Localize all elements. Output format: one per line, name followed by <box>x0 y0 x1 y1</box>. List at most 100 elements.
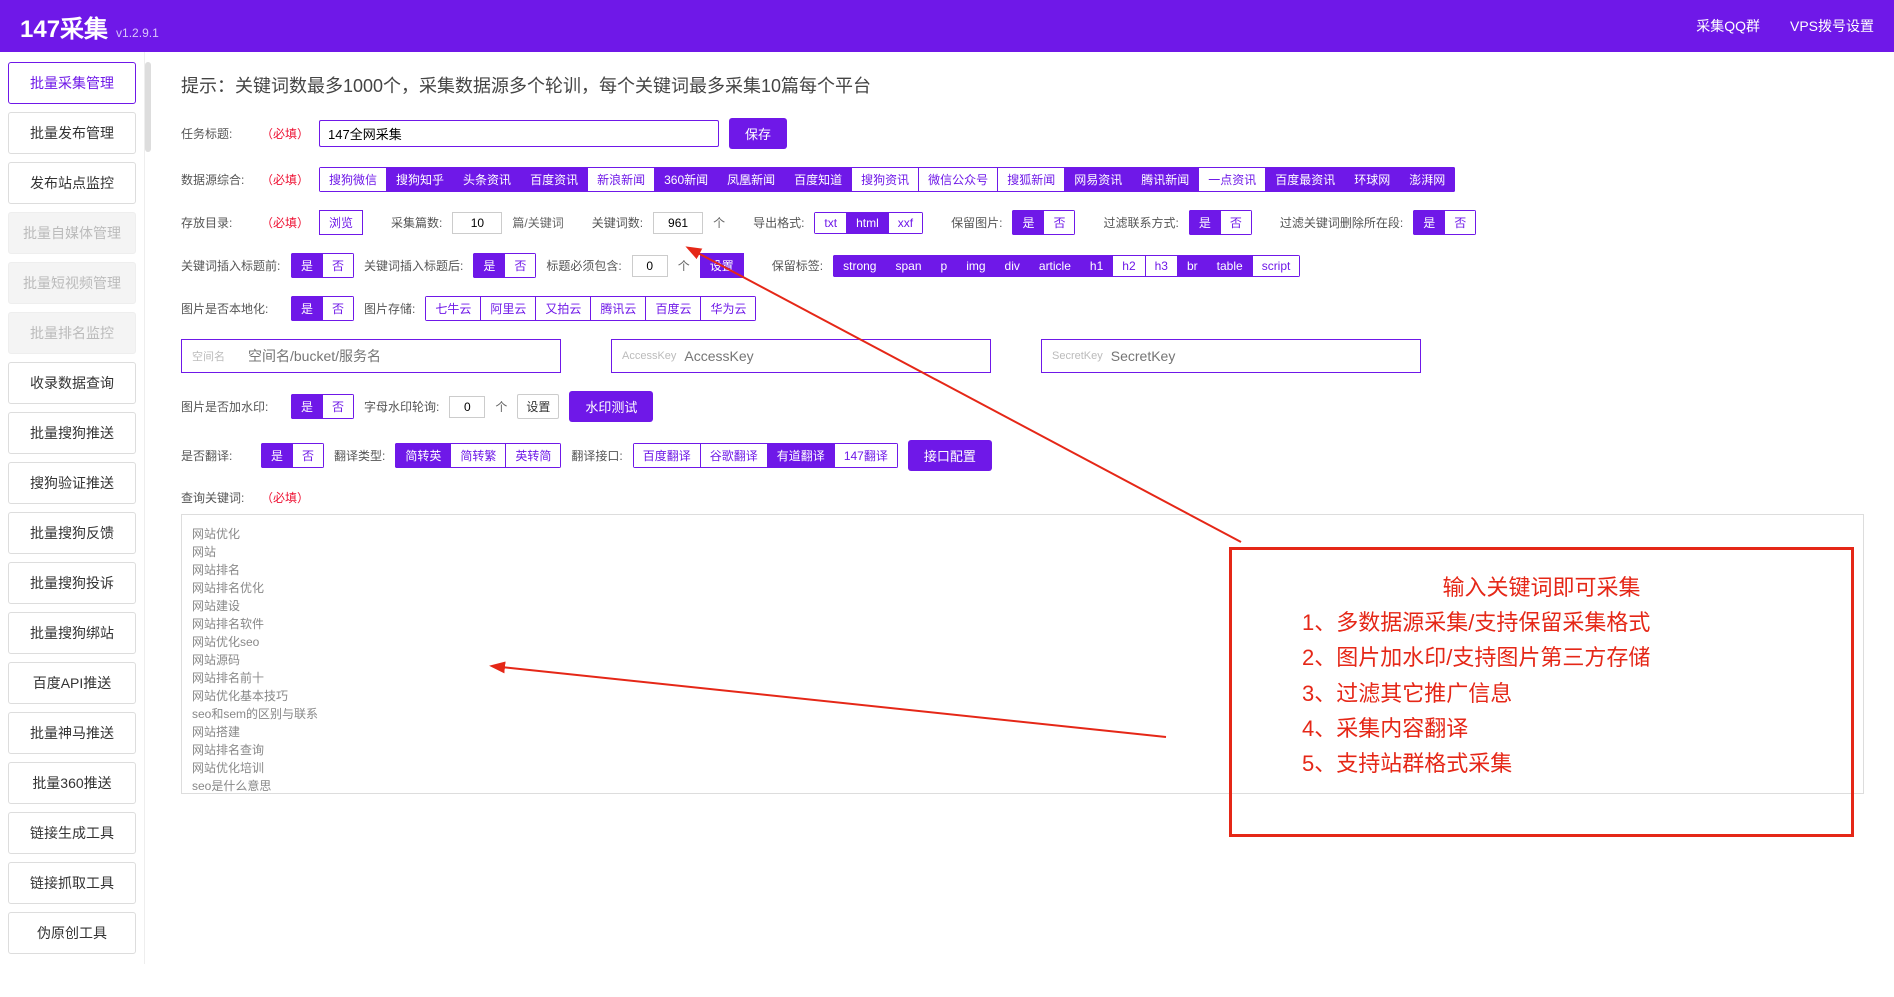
source-tag-搜狗资讯[interactable]: 搜狗资讯 <box>852 167 919 192</box>
sidebar-item-14[interactable]: 批量360推送 <box>8 762 136 804</box>
trans-api-147翻译[interactable]: 147翻译 <box>835 443 898 468</box>
source-tag-搜狐新闻[interactable]: 搜狐新闻 <box>998 167 1065 192</box>
accesskey-input[interactable] <box>684 348 980 364</box>
keep-img-yes[interactable]: 是 <box>1012 210 1044 235</box>
required-mark: （必填） <box>261 125 309 142</box>
save-button[interactable]: 保存 <box>729 118 787 149</box>
trans-api-label: 翻译接口: <box>571 447 622 464</box>
img-local-no[interactable]: 否 <box>323 296 354 321</box>
kw-after-no[interactable]: 否 <box>505 253 536 278</box>
watermark-no[interactable]: 否 <box>323 394 354 419</box>
html-tag-article[interactable]: article <box>1030 255 1081 277</box>
trans-api-有道翻译[interactable]: 有道翻译 <box>768 443 835 468</box>
sidebar-item-0[interactable]: 批量采集管理 <box>8 62 136 104</box>
task-title-input[interactable] <box>319 120 719 147</box>
source-tag-百度最资讯[interactable]: 百度最资讯 <box>1266 167 1345 192</box>
kw-before-yes[interactable]: 是 <box>291 253 323 278</box>
sidebar-item-10[interactable]: 批量搜狗投诉 <box>8 562 136 604</box>
keep-img-no[interactable]: 否 <box>1044 210 1075 235</box>
source-tag-头条资讯[interactable]: 头条资讯 <box>454 167 521 192</box>
trans-api-百度翻译[interactable]: 百度翻译 <box>633 443 701 468</box>
html-tag-h2[interactable]: h2 <box>1113 255 1145 277</box>
source-label: 数据源综合: <box>181 171 251 188</box>
trans-type-简转繁[interactable]: 简转繁 <box>451 443 506 468</box>
sidebar-item-7[interactable]: 批量搜狗推送 <box>8 412 136 454</box>
filter-contact-no[interactable]: 否 <box>1221 210 1252 235</box>
source-tag-百度知道[interactable]: 百度知道 <box>785 167 852 192</box>
html-tag-img[interactable]: img <box>957 255 995 277</box>
store-tag-华为云[interactable]: 华为云 <box>701 296 756 321</box>
trans-type-简转英[interactable]: 简转英 <box>395 443 451 468</box>
filter-contact-yes[interactable]: 是 <box>1189 210 1221 235</box>
translate-yes[interactable]: 是 <box>261 443 293 468</box>
sidebar-item-9[interactable]: 批量搜狗反馈 <box>8 512 136 554</box>
wm-set-button[interactable]: 设置 <box>517 394 559 419</box>
html-tag-div[interactable]: div <box>996 255 1030 277</box>
html-tag-span[interactable]: span <box>886 255 931 277</box>
header-link-vps[interactable]: VPS拨号设置 <box>1790 16 1874 36</box>
collect-count-input[interactable] <box>452 212 502 234</box>
translate-no[interactable]: 否 <box>293 443 324 468</box>
sidebar-item-1[interactable]: 批量发布管理 <box>8 112 136 154</box>
overlay-title: 输入关键词即可采集 <box>1302 570 1781 605</box>
html-tag-script[interactable]: script <box>1253 255 1301 277</box>
browse-button[interactable]: 浏览 <box>319 210 363 235</box>
store-tag-百度云[interactable]: 百度云 <box>646 296 701 321</box>
source-tag-凤凰新闻[interactable]: 凤凰新闻 <box>718 167 785 192</box>
source-tag-澎湃网[interactable]: 澎湃网 <box>1400 167 1455 192</box>
trans-api-谷歌翻译[interactable]: 谷歌翻译 <box>701 443 768 468</box>
title-must-input[interactable] <box>632 255 668 277</box>
source-tag-环球网[interactable]: 环球网 <box>1345 167 1400 192</box>
alpha-wm-label: 字母水印轮询: <box>364 398 439 415</box>
format-tag-html[interactable]: html <box>847 212 889 234</box>
source-tag-360新闻[interactable]: 360新闻 <box>655 167 718 192</box>
kw-after-yes[interactable]: 是 <box>473 253 505 278</box>
html-tag-p[interactable]: p <box>932 255 958 277</box>
app-version: v1.2.9.1 <box>116 26 159 40</box>
html-tag-strong[interactable]: strong <box>833 255 886 277</box>
html-tag-h3[interactable]: h3 <box>1146 255 1178 277</box>
sidebar-item-13[interactable]: 批量神马推送 <box>8 712 136 754</box>
store-tag-七牛云[interactable]: 七牛云 <box>425 296 481 321</box>
filter-key-no[interactable]: 否 <box>1445 210 1476 235</box>
sidebar-item-2[interactable]: 发布站点监控 <box>8 162 136 204</box>
header-link-qq[interactable]: 采集QQ群 <box>1696 16 1760 36</box>
html-tag-table[interactable]: table <box>1208 255 1253 277</box>
source-tag-百度资讯[interactable]: 百度资讯 <box>521 167 588 192</box>
wm-test-button[interactable]: 水印测试 <box>569 391 653 422</box>
source-tag-微信公众号[interactable]: 微信公众号 <box>919 167 998 192</box>
keyword-count-input[interactable] <box>653 212 703 234</box>
source-tag-搜狗知乎[interactable]: 搜狗知乎 <box>387 167 454 192</box>
store-tag-阿里云[interactable]: 阿里云 <box>481 296 536 321</box>
sidebar-item-12[interactable]: 百度API推送 <box>8 662 136 704</box>
sidebar-item-8[interactable]: 搜狗验证推送 <box>8 462 136 504</box>
sidebar-item-16[interactable]: 链接抓取工具 <box>8 862 136 904</box>
watermark-yes[interactable]: 是 <box>291 394 323 419</box>
trans-type-英转简[interactable]: 英转简 <box>506 443 561 468</box>
kw-before-no[interactable]: 否 <box>323 253 354 278</box>
secretkey-input[interactable] <box>1111 348 1410 364</box>
sidebar-item-11[interactable]: 批量搜狗绑站 <box>8 612 136 654</box>
format-tag-xxf[interactable]: xxf <box>889 212 923 234</box>
filter-key-yes[interactable]: 是 <box>1413 210 1445 235</box>
format-tag-txt[interactable]: txt <box>814 212 847 234</box>
bucket-input[interactable] <box>248 348 550 364</box>
img-local-yes[interactable]: 是 <box>291 296 323 321</box>
source-tag-网易资讯[interactable]: 网易资讯 <box>1065 167 1132 192</box>
sidebar-item-6[interactable]: 收录数据查询 <box>8 362 136 404</box>
source-tag-新浪新闻[interactable]: 新浪新闻 <box>588 167 655 192</box>
title-set-button[interactable]: 设置 <box>700 253 744 278</box>
bucket-prefix: 空间名 <box>192 348 240 364</box>
source-tag-搜狗微信[interactable]: 搜狗微信 <box>319 167 387 192</box>
html-tag-br[interactable]: br <box>1178 255 1208 277</box>
store-tag-又拍云[interactable]: 又拍云 <box>536 296 591 321</box>
source-tag-腾讯新闻[interactable]: 腾讯新闻 <box>1132 167 1199 192</box>
html-tag-h1[interactable]: h1 <box>1081 255 1113 277</box>
store-tag-腾讯云[interactable]: 腾讯云 <box>591 296 646 321</box>
sidebar-item-3: 批量自媒体管理 <box>8 212 136 254</box>
alpha-wm-input[interactable] <box>449 396 485 418</box>
sidebar-item-15[interactable]: 链接生成工具 <box>8 812 136 854</box>
source-tag-一点资讯[interactable]: 一点资讯 <box>1199 167 1266 192</box>
sidebar-item-17[interactable]: 伪原创工具 <box>8 912 136 954</box>
api-config-button[interactable]: 接口配置 <box>908 440 992 471</box>
